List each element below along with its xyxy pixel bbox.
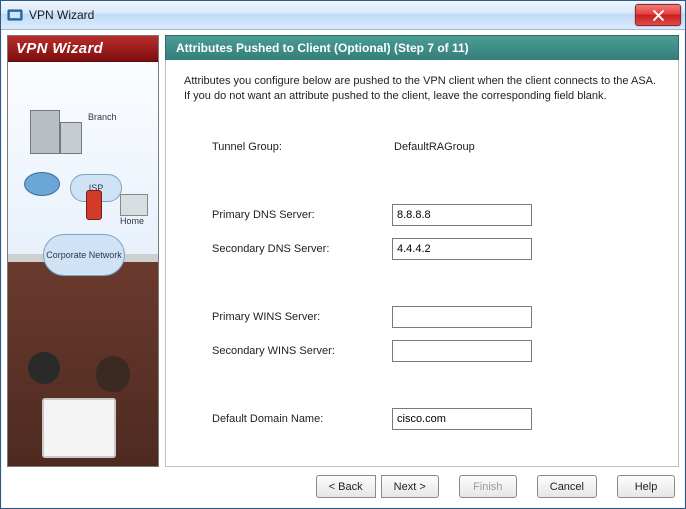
finish-button: Finish — [459, 475, 517, 498]
secondary-wins-label: Secondary WINS Server: — [212, 345, 392, 357]
close-icon — [653, 10, 664, 21]
default-domain-label: Default Domain Name: — [212, 413, 392, 425]
corporate-cloud-icon: Corporate Network — [43, 234, 125, 276]
default-domain-input[interactable] — [392, 408, 532, 430]
building-icon — [60, 122, 82, 154]
tunnel-group-value: DefaultRAGroup — [392, 141, 534, 153]
sidebar-title: VPN Wizard — [8, 36, 158, 62]
primary-wins-input[interactable] — [392, 306, 532, 328]
secondary-wins-input[interactable] — [392, 340, 532, 362]
step-body: Attributes you configure below are pushe… — [165, 60, 679, 467]
help-button[interactable]: Help — [617, 475, 675, 498]
wizard-sidebar: VPN Wizard Branch ISP Home C — [7, 35, 159, 467]
vpn-wizard-window: VPN Wizard VPN Wizard Branch — [0, 0, 686, 509]
secondary-dns-label: Secondary DNS Server: — [212, 243, 392, 255]
close-button[interactable] — [635, 4, 681, 26]
wizard-footer: < Back Next > Finish Cancel Help — [1, 467, 685, 508]
back-button[interactable]: < Back — [316, 475, 376, 498]
next-button[interactable]: Next > — [381, 475, 439, 498]
attributes-form: Tunnel Group: DefaultRAGroup Primary DNS… — [184, 130, 660, 436]
cancel-button[interactable]: Cancel — [537, 475, 597, 498]
primary-dns-input[interactable] — [392, 204, 532, 226]
secondary-dns-input[interactable] — [392, 238, 532, 260]
sidebar-illustration: Branch ISP Home Corporate Network — [8, 62, 158, 466]
building-icon — [30, 110, 60, 154]
step-header: Attributes Pushed to Client (Optional) (… — [165, 35, 679, 60]
branch-label: Branch — [88, 112, 117, 122]
person-icon — [28, 352, 60, 384]
home-label: Home — [120, 216, 144, 226]
person-icon — [96, 356, 130, 392]
window-title: VPN Wizard — [29, 8, 94, 22]
tunnel-group-label: Tunnel Group: — [212, 141, 392, 153]
primary-dns-label: Primary DNS Server: — [212, 209, 392, 221]
router-icon — [24, 172, 60, 196]
app-icon — [7, 7, 23, 23]
step-instructions: Attributes you configure below are pushe… — [184, 74, 660, 104]
primary-wins-label: Primary WINS Server: — [212, 311, 392, 323]
wizard-main-panel: Attributes Pushed to Client (Optional) (… — [165, 35, 679, 467]
firewall-icon — [86, 190, 102, 220]
house-icon — [120, 194, 148, 216]
titlebar: VPN Wizard — [1, 1, 685, 30]
monitor-icon — [42, 398, 116, 458]
